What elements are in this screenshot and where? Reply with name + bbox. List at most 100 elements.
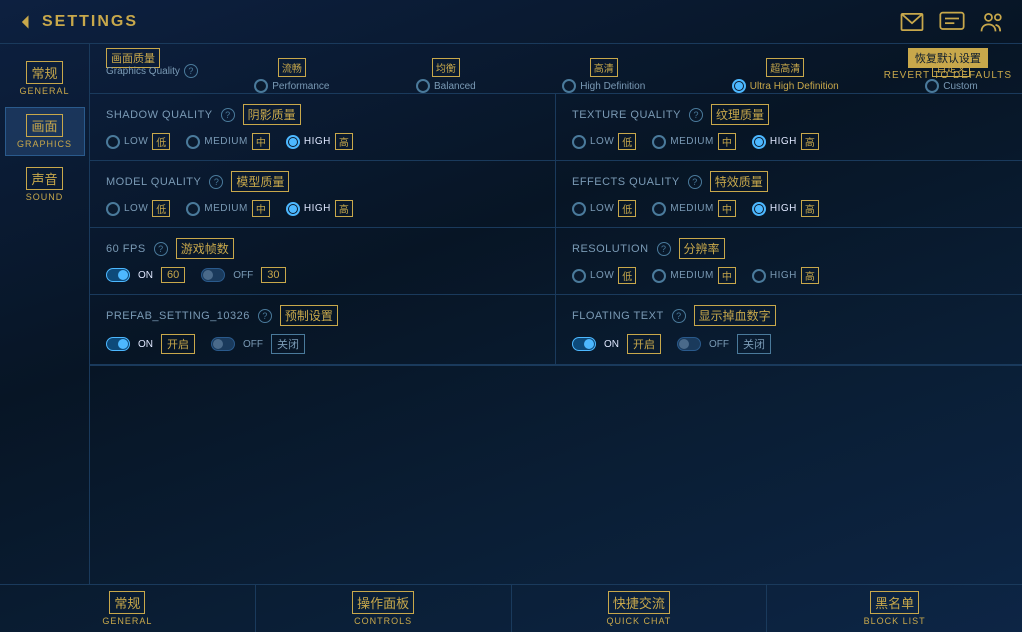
mail-icon[interactable]	[898, 8, 926, 36]
quality-option-hd[interactable]: 高清 High Definition	[562, 58, 645, 93]
fps-options: ON 60 OFF 30	[106, 267, 539, 283]
graphics-quality-info[interactable]: ?	[184, 64, 198, 78]
radio-effects-medium[interactable]	[652, 202, 666, 216]
graphics-quality-row: 画面质量 Graphics Quality ? 流畅 Performance 均…	[90, 44, 1022, 94]
radio-performance[interactable]	[254, 79, 268, 93]
shadow-low[interactable]: LOW 低	[106, 133, 170, 150]
model-low[interactable]: LOW 低	[106, 200, 170, 217]
effects-high[interactable]: HIGH 高	[752, 200, 819, 217]
radio-shadow-high[interactable]	[286, 135, 300, 149]
radio-texture-high[interactable]	[752, 135, 766, 149]
prefab-cell: PREFAB_SETTING_10326 ? 预制设置 ON 开启 OFF 关闭	[90, 295, 556, 365]
floating-on-toggle[interactable]	[572, 337, 596, 351]
radio-hd[interactable]	[562, 79, 576, 93]
sidebar-item-sound[interactable]: 声音 SOUND	[5, 160, 85, 209]
fps-info-icon[interactable]: ?	[154, 242, 168, 256]
bottom-nav-blocklist[interactable]: 黑名单 BLOCK LIST	[767, 585, 1022, 632]
shadow-quality-en: SHADOW QUALITY	[106, 109, 213, 121]
texture-info-icon[interactable]: ?	[689, 108, 703, 122]
quality-option-uhd[interactable]: 超高清 Ultra High Definition	[732, 58, 839, 93]
settings-grid: SHADOW QUALITY ? 阴影质量 LOW 低 MEDIUM 中 HIG…	[90, 94, 1022, 366]
bottom-nav-controls[interactable]: 操作面板 CONTROLS	[256, 585, 512, 632]
bottom-quickchat-en: QUICK CHAT	[606, 616, 671, 626]
radio-model-high[interactable]	[286, 202, 300, 216]
radio-effects-high[interactable]	[752, 202, 766, 216]
quality-option-balanced[interactable]: 均衡 Balanced	[416, 58, 476, 93]
floating-on-cn: 开启	[627, 334, 661, 354]
friends-icon[interactable]	[978, 8, 1006, 36]
prefab-off-toggle[interactable]	[211, 337, 235, 351]
model-info-icon[interactable]: ?	[209, 175, 223, 189]
floating-text-en: FLOATING TEXT	[572, 310, 664, 322]
resolution-high[interactable]: HIGH 高	[752, 267, 819, 284]
radio-custom[interactable]	[925, 79, 939, 93]
fps-on-toggle[interactable]	[106, 268, 130, 282]
page-title: SETTINGS	[42, 13, 138, 31]
perf-cn: 流畅	[278, 58, 306, 77]
radio-res-medium[interactable]	[652, 269, 666, 283]
floating-info-icon[interactable]: ?	[672, 309, 686, 323]
model-high[interactable]: HIGH 高	[286, 200, 353, 217]
radio-texture-medium[interactable]	[652, 135, 666, 149]
fps-cell: 60 FPS ? 游戏帧数 ON 60 OFF 30	[90, 228, 556, 295]
uhd-en: Ultra High Definition	[750, 81, 839, 92]
texture-medium[interactable]: MEDIUM 中	[652, 133, 736, 150]
effects-low[interactable]: LOW 低	[572, 200, 636, 217]
resolution-en: RESOLUTION	[572, 243, 649, 255]
bottom-controls-cn: 操作面板	[352, 591, 414, 614]
sidebar-sound-cn: 声音	[26, 167, 62, 190]
hd-cn: 高清	[590, 58, 618, 77]
quality-option-performance[interactable]: 流畅 Performance	[254, 58, 329, 93]
resolution-info-icon[interactable]: ?	[657, 242, 671, 256]
shadow-quality-cn: 阴影质量	[243, 104, 301, 125]
radio-uhd[interactable]	[732, 79, 746, 93]
balanced-en: Balanced	[434, 81, 476, 92]
radio-shadow-low[interactable]	[106, 135, 120, 149]
radio-res-low[interactable]	[572, 269, 586, 283]
gq-label-en: Graphics Quality	[106, 66, 180, 77]
effects-quality-cn: 特效质量	[710, 171, 768, 192]
resolution-low[interactable]: LOW 低	[572, 267, 636, 284]
prefab-info-icon[interactable]: ?	[258, 309, 272, 323]
floating-off-toggle[interactable]	[677, 337, 701, 351]
perf-en: Performance	[272, 81, 329, 92]
model-quality-en: MODEL QUALITY	[106, 176, 201, 188]
radio-res-high[interactable]	[752, 269, 766, 283]
resolution-options: LOW 低 MEDIUM 中 HIGH 高	[572, 267, 1006, 284]
resolution-medium[interactable]: MEDIUM 中	[652, 267, 736, 284]
sidebar-item-graphics[interactable]: 画面 GRAPHICS	[5, 107, 85, 156]
texture-low[interactable]: LOW 低	[572, 133, 636, 150]
floating-off-label: OFF	[709, 339, 729, 350]
texture-high[interactable]: HIGH 高	[752, 133, 819, 150]
radio-shadow-medium[interactable]	[186, 135, 200, 149]
back-button[interactable]: SETTINGS	[16, 12, 138, 32]
shadow-info-icon[interactable]: ?	[221, 108, 235, 122]
balanced-cn: 均衡	[432, 58, 460, 77]
texture-quality-cell: TEXTURE QUALITY ? 纹理质量 LOW 低 MEDIUM 中 HI…	[556, 94, 1022, 161]
fps-off-toggle[interactable]	[201, 268, 225, 282]
bottom-general-cn: 常规	[109, 591, 145, 614]
bottom-nav-quickchat[interactable]: 快捷交流 QUICK CHAT	[512, 585, 768, 632]
bottom-quickchat-cn: 快捷交流	[608, 591, 670, 614]
prefab-en: PREFAB_SETTING_10326	[106, 310, 250, 322]
bottom-nav-general[interactable]: 常规 GENERAL	[0, 585, 256, 632]
main-content: 画面质量 Graphics Quality ? 流畅 Performance 均…	[90, 44, 1022, 584]
sidebar-graphics-cn: 画面	[26, 114, 62, 137]
sidebar-item-general[interactable]: 常规 GENERAL	[5, 54, 85, 103]
chat-icon[interactable]	[938, 8, 966, 36]
sidebar-general-cn: 常规	[26, 61, 62, 84]
radio-model-medium[interactable]	[186, 202, 200, 216]
effects-medium[interactable]: MEDIUM 中	[652, 200, 736, 217]
effects-quality-cell: EFFECTS QUALITY ? 特效质量 LOW 低 MEDIUM 中 HI…	[556, 161, 1022, 228]
revert-defaults-button[interactable]: 恢复默认设置 REVERT TO DEFAULTS	[884, 48, 1012, 81]
effects-info-icon[interactable]: ?	[688, 175, 702, 189]
radio-balanced[interactable]	[416, 79, 430, 93]
shadow-high[interactable]: HIGH 高	[286, 133, 353, 150]
prefab-on-label: ON	[138, 339, 153, 350]
prefab-on-toggle[interactable]	[106, 337, 130, 351]
shadow-medium[interactable]: MEDIUM 中	[186, 133, 270, 150]
radio-model-low[interactable]	[106, 202, 120, 216]
radio-effects-low[interactable]	[572, 202, 586, 216]
radio-texture-low[interactable]	[572, 135, 586, 149]
model-medium[interactable]: MEDIUM 中	[186, 200, 270, 217]
